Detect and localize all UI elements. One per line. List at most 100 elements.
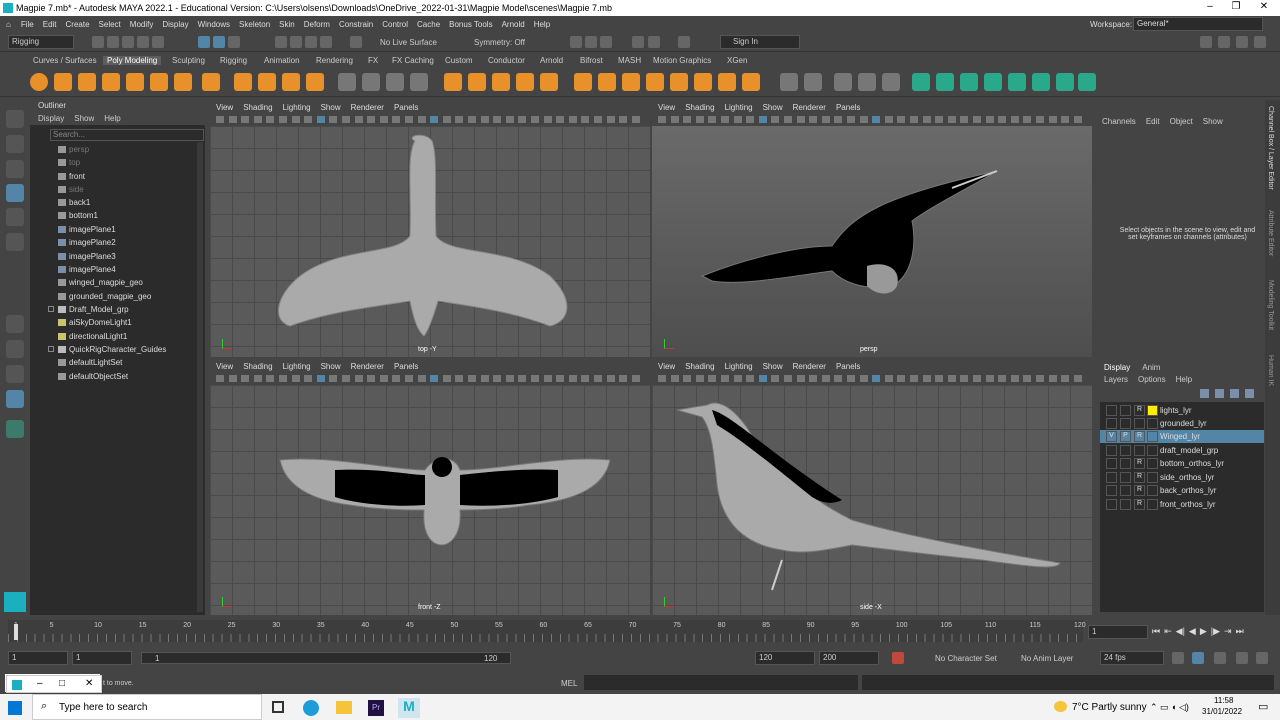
- viewport-tool-icon[interactable]: [417, 375, 426, 382]
- play-back-icon[interactable]: ◀: [1189, 626, 1196, 637]
- layer-reference-toggle[interactable]: R: [1134, 472, 1145, 483]
- outliner-item[interactable]: QuickRigCharacter_Guides: [69, 345, 166, 354]
- layer-color-swatch[interactable]: [1147, 431, 1158, 442]
- layer-color-swatch[interactable]: [1147, 499, 1158, 510]
- close-small-icon[interactable]: ✕: [85, 678, 93, 689]
- viewport-tool-icon[interactable]: [960, 375, 969, 382]
- viewport-menu-item[interactable]: Show: [321, 362, 341, 371]
- range-slider-start[interactable]: 1: [155, 654, 159, 663]
- viewport-tool-icon[interactable]: [291, 116, 300, 123]
- outliner-item[interactable]: back1: [69, 198, 90, 207]
- anim-end-field[interactable]: 200: [819, 651, 879, 665]
- viewport-tool-icon[interactable]: [834, 375, 843, 382]
- fill-hole-icon[interactable]: [516, 73, 534, 91]
- tray-icons[interactable]: ⌃ ▭ ◖ ◁): [1150, 702, 1189, 713]
- viewport-1[interactable]: top -Y: [210, 126, 650, 357]
- layer-color-swatch[interactable]: [1147, 418, 1158, 429]
- viewport-tool-icon[interactable]: [556, 375, 565, 382]
- shelf-tab-motion-graphics[interactable]: Motion Graphics: [653, 56, 711, 65]
- help-menu[interactable]: Help: [1176, 375, 1192, 384]
- viewport-tool-icon[interactable]: [253, 375, 262, 382]
- layer-playback-toggle[interactable]: [1120, 458, 1131, 469]
- viewport-menu-item[interactable]: Lighting: [283, 103, 311, 112]
- layer-playback-toggle[interactable]: [1120, 472, 1131, 483]
- uv-sew-icon[interactable]: [984, 73, 1002, 91]
- layer-color-swatch[interactable]: [1147, 485, 1158, 496]
- viewport-tool-icon[interactable]: [505, 375, 514, 382]
- viewport-tool-icon[interactable]: [468, 375, 476, 382]
- snap-live-icon[interactable]: [350, 36, 362, 48]
- combine-icon[interactable]: [338, 73, 356, 91]
- arnold-render-icon[interactable]: [648, 36, 660, 48]
- viewport-menu-item[interactable]: Panels: [836, 362, 860, 371]
- viewport-toolbar[interactable]: [652, 113, 1092, 126]
- tool-settings-icon[interactable]: [1236, 36, 1248, 48]
- viewport-tool-icon[interactable]: [796, 375, 805, 382]
- layers-menu[interactable]: Layers: [1104, 375, 1128, 384]
- viewport-menu-item[interactable]: View: [658, 103, 675, 112]
- uv-editor-icon[interactable]: [834, 73, 852, 91]
- viewport-tool-icon[interactable]: [455, 116, 464, 123]
- viewport-tool-icon[interactable]: [1036, 375, 1044, 382]
- viewport-tool-icon[interactable]: [241, 375, 250, 382]
- layer-row[interactable]: Rback_orthos_lyr: [1100, 484, 1264, 497]
- viewport-tool-icon[interactable]: [304, 116, 313, 123]
- menu-help[interactable]: Help: [534, 20, 550, 29]
- viewport-menu-item[interactable]: Lighting: [283, 362, 311, 371]
- select-hierarchy-icon[interactable]: [198, 36, 210, 48]
- layer-reference-toggle[interactable]: R: [1134, 405, 1145, 416]
- viewport-tool-icon[interactable]: [1073, 375, 1082, 382]
- shelf-tab-curves[interactable]: Curves / Surfaces: [33, 56, 97, 65]
- shelf-tab-xgen[interactable]: XGen: [727, 56, 747, 65]
- anim-start-field[interactable]: 1: [72, 651, 132, 665]
- outliner-search-input[interactable]: Search...: [50, 129, 204, 141]
- layer-reference-toggle[interactable]: [1134, 445, 1145, 456]
- notification-icon[interactable]: ▭: [1258, 700, 1268, 713]
- uv-auto-icon[interactable]: [1056, 73, 1074, 91]
- viewport-tool-icon[interactable]: [1010, 116, 1019, 123]
- layer-color-swatch[interactable]: [1147, 472, 1158, 483]
- viewport-tool-icon[interactable]: [417, 116, 426, 123]
- viewport-tool-icon[interactable]: [581, 116, 590, 123]
- viewport-tool-icon[interactable]: [581, 375, 590, 382]
- viewport-tool-icon[interactable]: [468, 116, 476, 123]
- maximize-button[interactable]: ❐: [1222, 1, 1250, 12]
- layer-row[interactable]: grounded_lyr: [1100, 417, 1264, 430]
- lasso-tool-icon[interactable]: [6, 135, 24, 153]
- character-set-select[interactable]: No Character Set: [935, 654, 997, 663]
- shelf-tab-custom[interactable]: Custom: [445, 56, 473, 65]
- viewport-tool-icon[interactable]: [480, 375, 489, 382]
- current-frame-marker[interactable]: [14, 624, 18, 640]
- workspace-select[interactable]: General*: [1133, 17, 1263, 31]
- layer-visibility-toggle[interactable]: [1106, 485, 1117, 496]
- viewport-tool-icon[interactable]: [543, 375, 552, 382]
- shelf-tab-arnold[interactable]: Arnold: [540, 56, 563, 65]
- menu-modify[interactable]: Modify: [130, 20, 154, 29]
- viewport-toolbar[interactable]: [652, 372, 1092, 385]
- soft-select-icon[interactable]: [670, 73, 688, 91]
- maximize-small-icon[interactable]: □: [59, 678, 65, 689]
- task-view-icon[interactable]: [272, 701, 284, 713]
- outliner-item[interactable]: persp: [69, 145, 89, 154]
- side-tab-attribute-editor[interactable]: Attribute Editor: [1267, 210, 1274, 256]
- poly-sphere-icon[interactable]: [30, 73, 48, 91]
- viewport-tool-icon[interactable]: [442, 116, 451, 123]
- viewport-tool-icon[interactable]: [695, 116, 704, 123]
- viewport-tool-icon[interactable]: [568, 375, 577, 382]
- poly-cube-icon[interactable]: [54, 73, 72, 91]
- viewport-tool-icon[interactable]: [796, 116, 805, 123]
- viewport-menu-item[interactable]: Renderer: [351, 103, 384, 112]
- layer-visibility-toggle[interactable]: [1106, 472, 1117, 483]
- current-frame-field[interactable]: 1: [1088, 625, 1148, 639]
- viewport-tool-icon[interactable]: [847, 375, 855, 382]
- minimize-small-icon[interactable]: –: [37, 678, 43, 689]
- viewport-tool-icon[interactable]: [594, 375, 602, 382]
- shelf-tab-bifrost[interactable]: Bifrost: [580, 56, 603, 65]
- viewport-tool-icon[interactable]: [304, 375, 313, 382]
- layer-visibility-toggle[interactable]: V: [1106, 431, 1117, 442]
- viewport-tool-icon[interactable]: [556, 116, 565, 123]
- target-weld-icon[interactable]: [598, 73, 616, 91]
- viewport-tool-icon[interactable]: [784, 116, 792, 123]
- outliner-item[interactable]: Draft_Model_grp: [69, 305, 129, 314]
- viewport-tool-icon[interactable]: [821, 116, 830, 123]
